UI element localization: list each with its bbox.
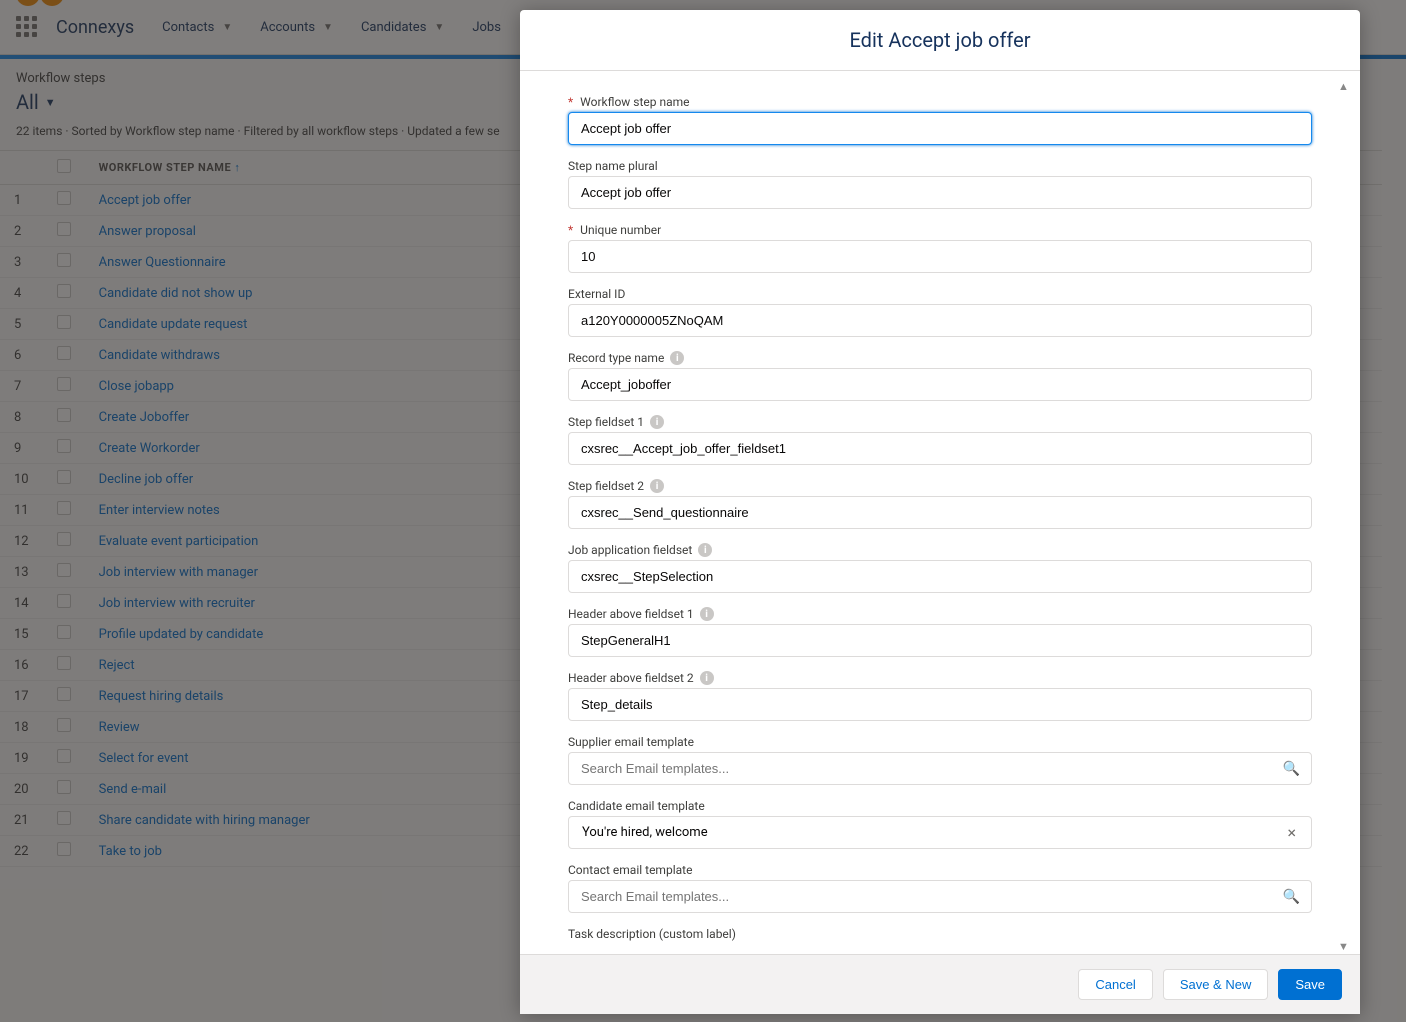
info-icon[interactable]: i xyxy=(698,543,712,557)
step-fieldset1-input[interactable] xyxy=(568,432,1312,465)
step-fieldset2-input[interactable] xyxy=(568,496,1312,529)
info-icon[interactable]: i xyxy=(700,671,714,685)
record-type-input[interactable] xyxy=(568,368,1312,401)
scroll-down-icon: ▼ xyxy=(1338,940,1352,954)
modal-body[interactable]: *Workflow step name Step name plural *Un… xyxy=(520,71,1360,954)
label-supplier-email: Supplier email template xyxy=(568,735,694,749)
external-id-input[interactable] xyxy=(568,304,1312,337)
clear-icon[interactable]: × xyxy=(1277,823,1306,842)
label-record-type: Record type name xyxy=(568,351,664,365)
label-step-name-plural: Step name plural xyxy=(568,159,658,173)
label-candidate-email: Candidate email template xyxy=(568,799,705,813)
header2-input[interactable] xyxy=(568,688,1312,721)
label-task-desc: Task description (custom label) xyxy=(568,927,736,941)
supplier-email-lookup[interactable] xyxy=(568,752,1312,785)
label-fieldset2: Step fieldset 2 xyxy=(568,479,644,493)
header1-input[interactable] xyxy=(568,624,1312,657)
label-unique-number: Unique number xyxy=(580,223,661,237)
info-icon[interactable]: i xyxy=(700,607,714,621)
pill-value: You're hired, welcome xyxy=(574,822,716,843)
info-icon[interactable]: i xyxy=(650,479,664,493)
save-and-new-button[interactable]: Save & New xyxy=(1163,969,1269,1000)
unique-number-input[interactable] xyxy=(568,240,1312,273)
label-step-name: Workflow step name xyxy=(580,95,689,109)
job-app-fieldset-input[interactable] xyxy=(568,560,1312,593)
cancel-button[interactable]: Cancel xyxy=(1078,969,1152,1000)
label-fieldset1: Step fieldset 1 xyxy=(568,415,644,429)
step-name-plural-input[interactable] xyxy=(568,176,1312,209)
info-icon[interactable]: i xyxy=(650,415,664,429)
workflow-step-name-input[interactable] xyxy=(568,112,1312,145)
contact-email-lookup[interactable] xyxy=(568,880,1312,913)
label-external-id: External ID xyxy=(568,287,625,301)
search-icon: 🔍 xyxy=(1283,761,1300,777)
label-job-app-fieldset: Job application fieldset xyxy=(568,543,692,557)
label-header2: Header above fieldset 2 xyxy=(568,671,694,685)
info-icon[interactable]: i xyxy=(670,351,684,365)
search-icon: 🔍 xyxy=(1283,889,1300,905)
modal-title: Edit Accept job offer xyxy=(520,10,1360,71)
modal-footer: Cancel Save & New Save xyxy=(520,954,1360,1014)
label-header1: Header above fieldset 1 xyxy=(568,607,694,621)
save-button[interactable]: Save xyxy=(1278,969,1342,1000)
candidate-email-lookup[interactable]: You're hired, welcome × xyxy=(568,816,1312,849)
edit-modal: Edit Accept job offer ▲ *Workflow step n… xyxy=(520,10,1360,1014)
label-contact-email: Contact email template xyxy=(568,863,692,877)
